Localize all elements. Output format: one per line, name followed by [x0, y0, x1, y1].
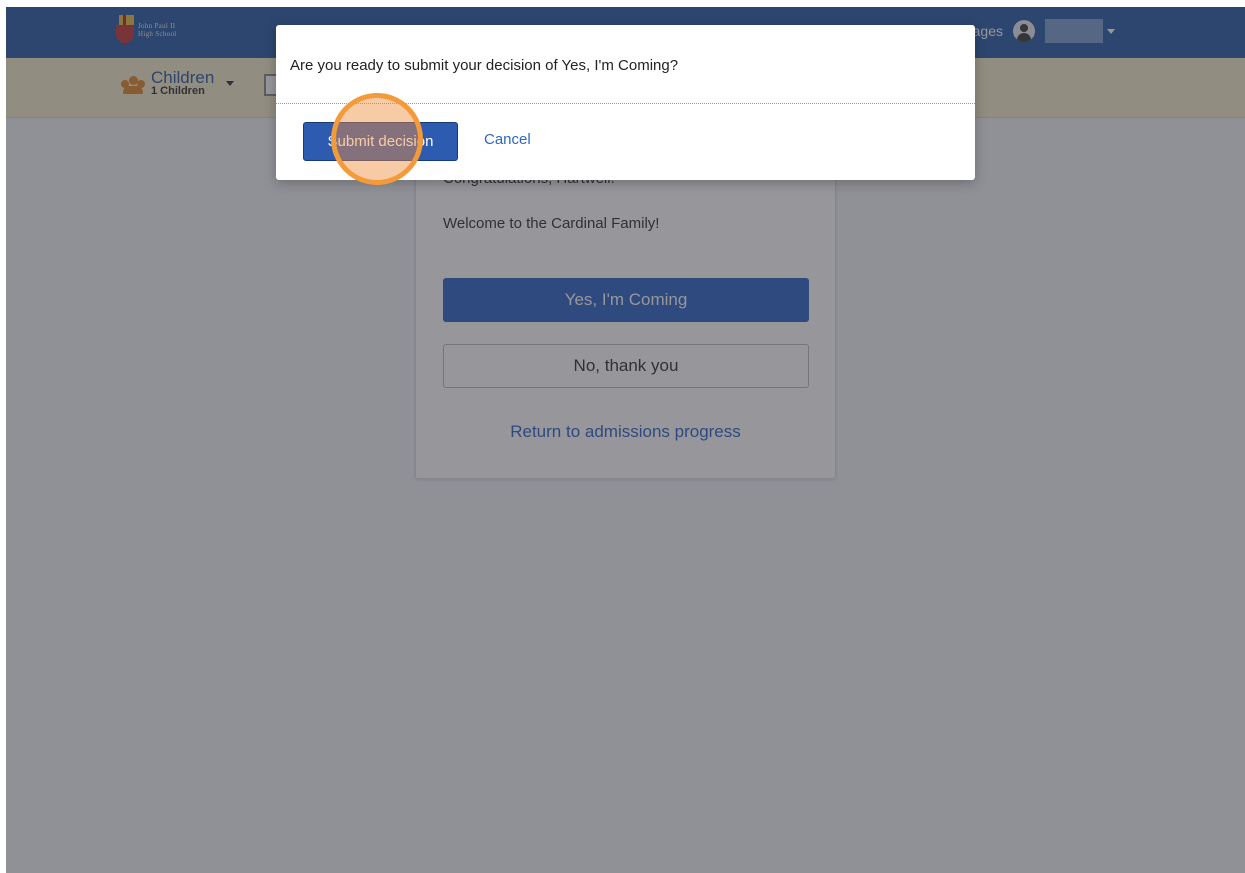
app-frame: John Paul II High School Messages Childr… [6, 7, 1245, 873]
dialog-message: Are you ready to submit your decision of… [276, 25, 975, 104]
click-indicator [331, 93, 423, 185]
cancel-button[interactable]: Cancel [484, 131, 531, 148]
